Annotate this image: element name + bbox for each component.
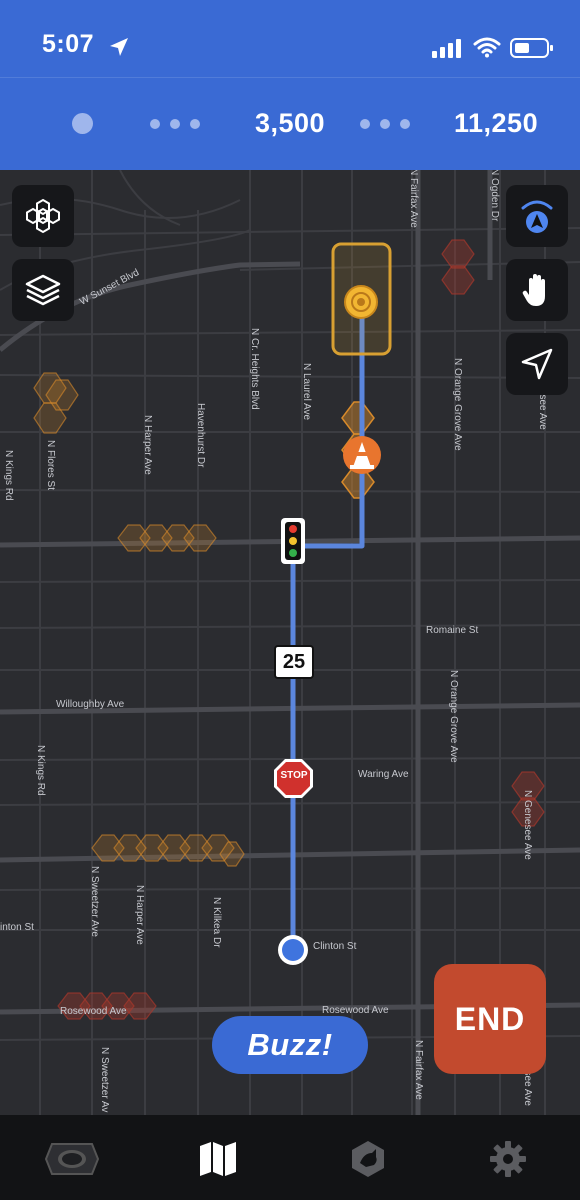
street-label: N Flores St xyxy=(45,440,56,491)
street-label: N Genesee Ave xyxy=(522,790,533,860)
street-label: N Harper Ave xyxy=(134,885,145,945)
navigate-arrow-icon xyxy=(521,348,553,380)
destination-target-icon xyxy=(344,285,378,319)
street-label: N Orange Grove Ave xyxy=(448,670,459,763)
status-time: 5:07 xyxy=(42,30,95,58)
bottom-tab-bar xyxy=(0,1115,580,1200)
street-label: N Kings Rd xyxy=(3,450,14,501)
hexagon-grid-icon xyxy=(26,198,60,234)
traffic-cone-icon xyxy=(343,436,381,474)
camera-tab-icon xyxy=(44,1143,100,1175)
settings-tab-icon xyxy=(490,1141,526,1177)
stop-sign-label: STOP xyxy=(280,770,308,781)
dashcam-tab[interactable] xyxy=(338,1137,398,1181)
progress-milestone-2: 11,250 xyxy=(454,108,539,138)
street-label: N Fairfax Ave xyxy=(408,170,419,228)
progress-milestone-1: 3,500 xyxy=(255,108,326,138)
street-label: inton St xyxy=(0,922,34,933)
speed-limit-sign: 25 xyxy=(274,645,314,679)
current-position-marker xyxy=(278,935,308,965)
street-label: N Laurel Ave xyxy=(301,363,312,421)
progress-track: 3,500 11,250 xyxy=(0,78,580,170)
street-label: N Fairfax Ave xyxy=(413,1040,424,1100)
street-label: Rosewood Ave xyxy=(322,1005,389,1016)
progress-dots-2 xyxy=(360,119,410,129)
navigate-arrow-button[interactable] xyxy=(506,333,568,395)
end-trip-button[interactable]: END xyxy=(434,964,546,1074)
hex-zones-dim-orange xyxy=(33,372,245,867)
buzz-button[interactable]: Buzz! xyxy=(212,1016,368,1074)
location-arrow-icon xyxy=(110,38,128,56)
auto-navigation-icon xyxy=(521,200,553,233)
layers-icon xyxy=(25,274,61,306)
street-label: N Cr. Heights Blvd xyxy=(249,328,260,410)
status-bar: 5:07 xyxy=(0,0,580,78)
hand-stop-icon xyxy=(522,274,545,306)
dashcam-tab-icon xyxy=(352,1141,384,1177)
camera-tab[interactable] xyxy=(42,1137,102,1181)
progress-dots-1 xyxy=(150,119,200,129)
street-label: Willoughby Ave xyxy=(56,699,125,710)
street-label: N Sweetzer Av xyxy=(99,1047,110,1113)
street-label: N Harper Ave xyxy=(142,415,153,475)
street-label: Waring Ave xyxy=(358,769,409,780)
hexagon-grid-button[interactable] xyxy=(12,185,74,247)
traffic-light-icon xyxy=(281,518,305,564)
street-label: N Ogden Dr xyxy=(489,170,500,222)
battery-icon xyxy=(510,38,553,58)
street-label: Clinton St xyxy=(313,941,357,952)
street-label: Rosewood Ave xyxy=(60,1006,127,1017)
street-label: N Sweetzer Ave xyxy=(89,866,100,937)
cellular-signal-icon xyxy=(432,39,461,58)
top-header: 5:07 3,500 11,250 xyxy=(0,0,580,170)
street-label: N Orange Grove Ave xyxy=(452,358,463,451)
auto-navigation-button[interactable] xyxy=(506,185,568,247)
map-tab-icon xyxy=(200,1142,236,1176)
wifi-icon xyxy=(473,37,501,58)
layers-button[interactable] xyxy=(12,259,74,321)
street-label: N Kilkea Dr xyxy=(211,897,222,948)
hand-stop-button[interactable] xyxy=(506,259,568,321)
map-tab[interactable] xyxy=(188,1137,248,1181)
street-label: Havenhurst Dr xyxy=(195,403,206,468)
progress-current-marker xyxy=(72,113,93,134)
map-view[interactable]: STOP 25 W Sunset Blvd N Flores St N King… xyxy=(0,170,580,1115)
street-label: N Kings Rd xyxy=(35,745,46,796)
settings-tab[interactable] xyxy=(478,1137,538,1181)
street-label: Romaine St xyxy=(426,625,479,636)
